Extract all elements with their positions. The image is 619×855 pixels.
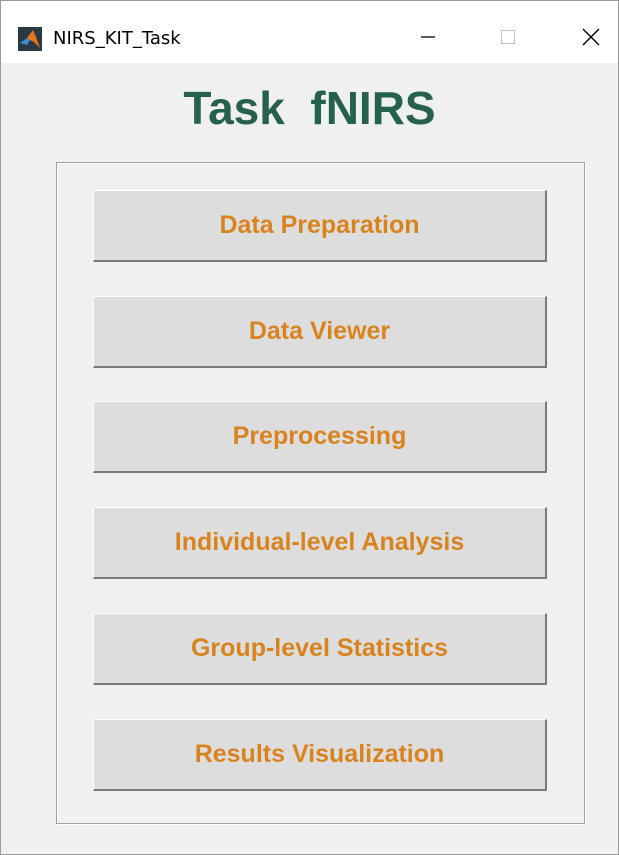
group-level-statistics-button[interactable]: Group-level Statistics xyxy=(93,613,547,685)
window-title: NIRS_KIT_Task xyxy=(53,28,181,49)
data-preparation-button[interactable]: Data Preparation xyxy=(93,190,547,262)
individual-level-analysis-button[interactable]: Individual-level Analysis xyxy=(93,507,547,579)
results-visualization-button[interactable]: Results Visualization xyxy=(93,719,547,791)
page-title: Task fNIRS xyxy=(183,82,436,134)
preprocessing-button[interactable]: Preprocessing xyxy=(93,401,547,473)
close-button[interactable] xyxy=(566,19,616,59)
maximize-button[interactable] xyxy=(483,19,533,59)
close-icon xyxy=(580,26,602,53)
main-panel: Task fNIRS Data Preparation Data Viewer … xyxy=(1,63,618,854)
data-viewer-button[interactable]: Data Viewer xyxy=(93,296,547,368)
maximize-icon xyxy=(498,27,518,52)
minimize-button[interactable] xyxy=(403,19,453,59)
title-bar[interactable]: NIRS_KIT_Task xyxy=(1,1,618,63)
app-window: NIRS_KIT_Task Task fNIRS Data Preparatio… xyxy=(0,0,619,855)
minimize-icon xyxy=(418,27,438,52)
matlab-icon[interactable] xyxy=(18,27,42,51)
